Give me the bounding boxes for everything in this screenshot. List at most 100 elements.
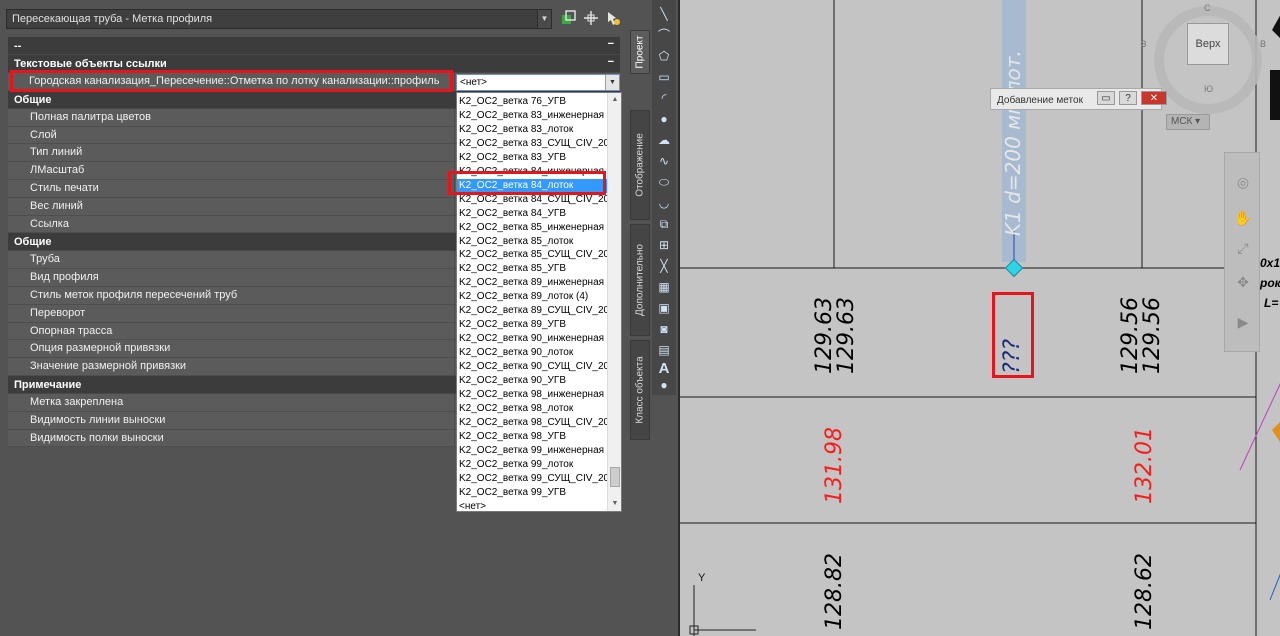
dropdown-item[interactable]: K2_OC2_ветка 85_лоток bbox=[457, 235, 607, 249]
dropdown-item[interactable]: K2_OC2_ветка 84_УГВ bbox=[457, 207, 607, 221]
line-tool-icon[interactable]: ╲ bbox=[655, 6, 673, 23]
category-text-references[interactable]: Текстовые объекты ссылки − bbox=[8, 55, 620, 73]
scrollbar[interactable]: ▲ ▼ bbox=[607, 93, 621, 511]
dropdown-item[interactable]: K2_OC2_ветка 83_лоток bbox=[457, 123, 607, 137]
minimize-icon[interactable]: ▭ bbox=[1097, 91, 1115, 105]
category-label: Общие bbox=[14, 93, 52, 106]
tab-display[interactable]: Отображение bbox=[630, 110, 650, 220]
orbit-icon[interactable]: ✥ bbox=[1233, 273, 1253, 291]
point-tool-icon[interactable]: ╳ bbox=[655, 258, 673, 275]
circle-tool-icon[interactable]: ● bbox=[655, 111, 673, 128]
property-name: Стиль меток профиля пересечений труб bbox=[8, 286, 454, 304]
compass-west: З bbox=[1141, 39, 1147, 49]
missing-elevation-label[interactable]: ??? bbox=[1000, 339, 1025, 374]
dropdown-item[interactable]: K2_OC2_ветка 90_лоток bbox=[457, 346, 607, 360]
dropdown-item[interactable]: K2_OC2_ветка 84_лоток bbox=[457, 178, 607, 193]
close-icon[interactable]: ✕ bbox=[1141, 91, 1167, 105]
dropdown-list[interactable]: K2_OC2_ветка 76_УГВ K2_OC2_ветка 83_инжен… bbox=[456, 92, 622, 512]
collapse-icon[interactable]: − bbox=[608, 38, 614, 50]
dropdown-item[interactable]: K2_OC2_ветка 85_СУЩ_CIV_2016 bbox=[457, 248, 607, 262]
dropdown-item[interactable]: K2_OC2_ветка 98_УГВ bbox=[457, 430, 607, 444]
ucs-label: МСК bbox=[1171, 116, 1193, 127]
view-cube-face[interactable]: Верх bbox=[1187, 23, 1229, 65]
navigation-bar: ◎ ✋ ⤢ ✥ ▶ bbox=[1224, 152, 1260, 352]
table-tool-icon[interactable]: ▤ bbox=[655, 342, 673, 359]
chevron-down-icon[interactable]: ▼ bbox=[605, 75, 619, 90]
property-name: Вид профиля bbox=[8, 269, 454, 286]
tab-extended[interactable]: Дополнительно bbox=[630, 224, 650, 336]
dropdown-item[interactable]: K2_OC2_ветка 83_инженерная bbox=[457, 109, 607, 123]
edge-text: рок bbox=[1260, 276, 1280, 290]
pan-icon[interactable]: ✋ bbox=[1233, 209, 1253, 227]
dropdown-item[interactable]: K2_OC2_ветка 84_СУЩ_CIV_2016 bbox=[457, 193, 607, 207]
object-type-select[interactable]: Пересекающая труба - Метка профиля ▼ bbox=[6, 9, 552, 29]
dropdown-item[interactable]: K2_OC2_ветка 99_инженерная bbox=[457, 444, 607, 458]
dropdown-item[interactable]: K2_OC2_ветка 85_УГВ bbox=[457, 262, 607, 276]
rectangle-tool-icon[interactable]: ▭ bbox=[655, 69, 673, 86]
quick-select-icon[interactable] bbox=[561, 10, 577, 26]
dropdown-item[interactable]: K2_OC2_ветка 90_инженерная bbox=[457, 332, 607, 346]
insert-block-icon[interactable]: ⧉ bbox=[655, 216, 673, 233]
text-reference-combo[interactable]: <нет> ▼ bbox=[456, 74, 620, 91]
view-cube[interactable]: Верх С З В Ю bbox=[1141, 2, 1270, 114]
select-objects-icon[interactable] bbox=[605, 10, 621, 26]
spline-tool-icon[interactable]: ∿ bbox=[655, 153, 673, 170]
dropdown-item[interactable]: K2_OC2_ветка 89_лоток (4) bbox=[457, 290, 607, 304]
dropdown-item[interactable]: K2_OC2_ветка 89_инженерная bbox=[457, 276, 607, 290]
ucs-menu[interactable]: МСК ▾ bbox=[1166, 114, 1210, 130]
help-icon[interactable]: ? bbox=[1119, 91, 1137, 105]
dropdown-item[interactable]: K2_OC2_ветка 98_инженерная bbox=[457, 388, 607, 402]
polyline-tool-icon[interactable]: ⌒ bbox=[655, 27, 673, 44]
gradient-tool-icon[interactable]: ▣ bbox=[655, 300, 673, 317]
dropdown-item[interactable]: K2_OC2_ветка 89_УГВ bbox=[457, 318, 607, 332]
polygon-tool-icon[interactable]: ⬠ bbox=[655, 48, 673, 65]
hatch-tool-icon[interactable]: ▦ bbox=[655, 279, 673, 296]
category-dash[interactable]: -- − bbox=[8, 37, 620, 55]
elevation-label[interactable]: 129.56 bbox=[1118, 297, 1143, 374]
dropdown-item[interactable]: K2_OC2_ветка 83_СУЩ_CIV_2016 bbox=[457, 137, 607, 151]
elevation-label[interactable]: 129.56 bbox=[1140, 297, 1165, 374]
dropdown-item[interactable]: K2_OC2_ветка 85_инженерная bbox=[457, 221, 607, 235]
scroll-up-icon[interactable]: ▲ bbox=[608, 93, 621, 107]
dropdown-item[interactable]: K2_OC2_ветка 98_СУЩ_CIV_2016 bbox=[457, 416, 607, 430]
region-tool-icon[interactable]: ◙ bbox=[655, 321, 673, 338]
dropdown-item[interactable]: K2_OC2_ветка 99_УГВ bbox=[457, 486, 607, 500]
pipe-label[interactable]: K1 d=200 мм лот. bbox=[1001, 50, 1025, 236]
arc-tool-icon[interactable]: ◜ bbox=[655, 90, 673, 107]
pick-add-icon[interactable] bbox=[583, 10, 599, 26]
add-selected-icon[interactable]: ● bbox=[655, 377, 673, 394]
dropdown-item[interactable]: K2_OC2_ветка 90_УГВ bbox=[457, 374, 607, 388]
dropdown-item[interactable]: K2_OC2_ветка 83_УГВ bbox=[457, 151, 607, 165]
red-elevation-label[interactable]: 132.01 bbox=[1132, 427, 1157, 504]
dropdown-item[interactable]: K2_OC2_ветка 84_инженерная bbox=[457, 165, 607, 179]
make-block-icon[interactable]: ⊞ bbox=[655, 237, 673, 254]
mtext-tool-icon[interactable]: A bbox=[655, 360, 673, 377]
dropdown-item[interactable]: K2_OC2_ветка 99_СУЩ_CIV_2016 bbox=[457, 472, 607, 486]
elevation-label[interactable]: 128.62 bbox=[1132, 553, 1157, 630]
elevation-label[interactable]: 129.63 bbox=[812, 297, 837, 374]
drawing-viewport[interactable]: K1 d=200 мм лот. 129.63 129.63 ??? 129.5… bbox=[678, 0, 1280, 636]
tab-object-class[interactable]: Класс объекта bbox=[630, 340, 650, 440]
red-elevation-label[interactable]: 131.98 bbox=[822, 427, 847, 504]
palette-side-tabs: Проект Отображение Дополнительно Класс о… bbox=[630, 30, 650, 450]
tab-project[interactable]: Проект bbox=[630, 30, 650, 74]
dropdown-item[interactable]: K2_OC2_ветка 99_лоток bbox=[457, 458, 607, 472]
dropdown-item[interactable]: K2_OC2_ветка 89_СУЩ_CIV_2016 bbox=[457, 304, 607, 318]
scroll-thumb[interactable] bbox=[610, 467, 620, 487]
dropdown-item[interactable]: K2_OC2_ветка 90_СУЩ_CIV_2016 bbox=[457, 360, 607, 374]
revcloud-tool-icon[interactable]: ☁ bbox=[655, 132, 673, 149]
dropdown-item[interactable]: K2_OC2_ветка 76_УГВ bbox=[457, 95, 607, 109]
collapse-icon[interactable]: − bbox=[608, 56, 614, 68]
property-name: ЛМасштаб bbox=[8, 162, 454, 179]
showmotion-icon[interactable]: ▶ bbox=[1233, 313, 1253, 331]
elevation-label[interactable]: 128.82 bbox=[822, 553, 847, 630]
dropdown-item[interactable]: <нет> bbox=[457, 500, 607, 511]
scroll-down-icon[interactable]: ▼ bbox=[608, 497, 621, 511]
ellipse-arc-tool-icon[interactable]: ◡ bbox=[655, 195, 673, 212]
dropdown-item[interactable]: K2_OC2_ветка 98_лоток bbox=[457, 402, 607, 416]
steering-wheel-icon[interactable]: ◎ bbox=[1233, 173, 1253, 191]
ellipse-tool-icon[interactable]: ⬭ bbox=[655, 174, 673, 191]
elevation-label[interactable]: 129.63 bbox=[834, 297, 859, 374]
zoom-icon[interactable]: ⤢ bbox=[1233, 239, 1253, 257]
chevron-down-icon[interactable]: ▼ bbox=[537, 10, 551, 28]
